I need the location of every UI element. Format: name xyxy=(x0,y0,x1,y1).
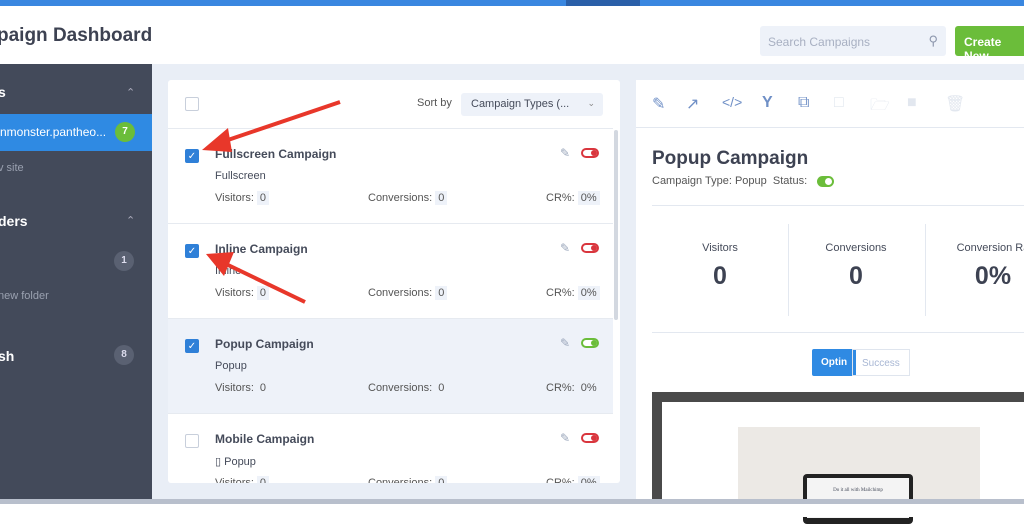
arrow-head xyxy=(202,128,232,152)
arrow-annotation xyxy=(221,100,341,144)
arrow-annotation xyxy=(225,262,306,304)
annotation-arrows xyxy=(202,100,341,304)
